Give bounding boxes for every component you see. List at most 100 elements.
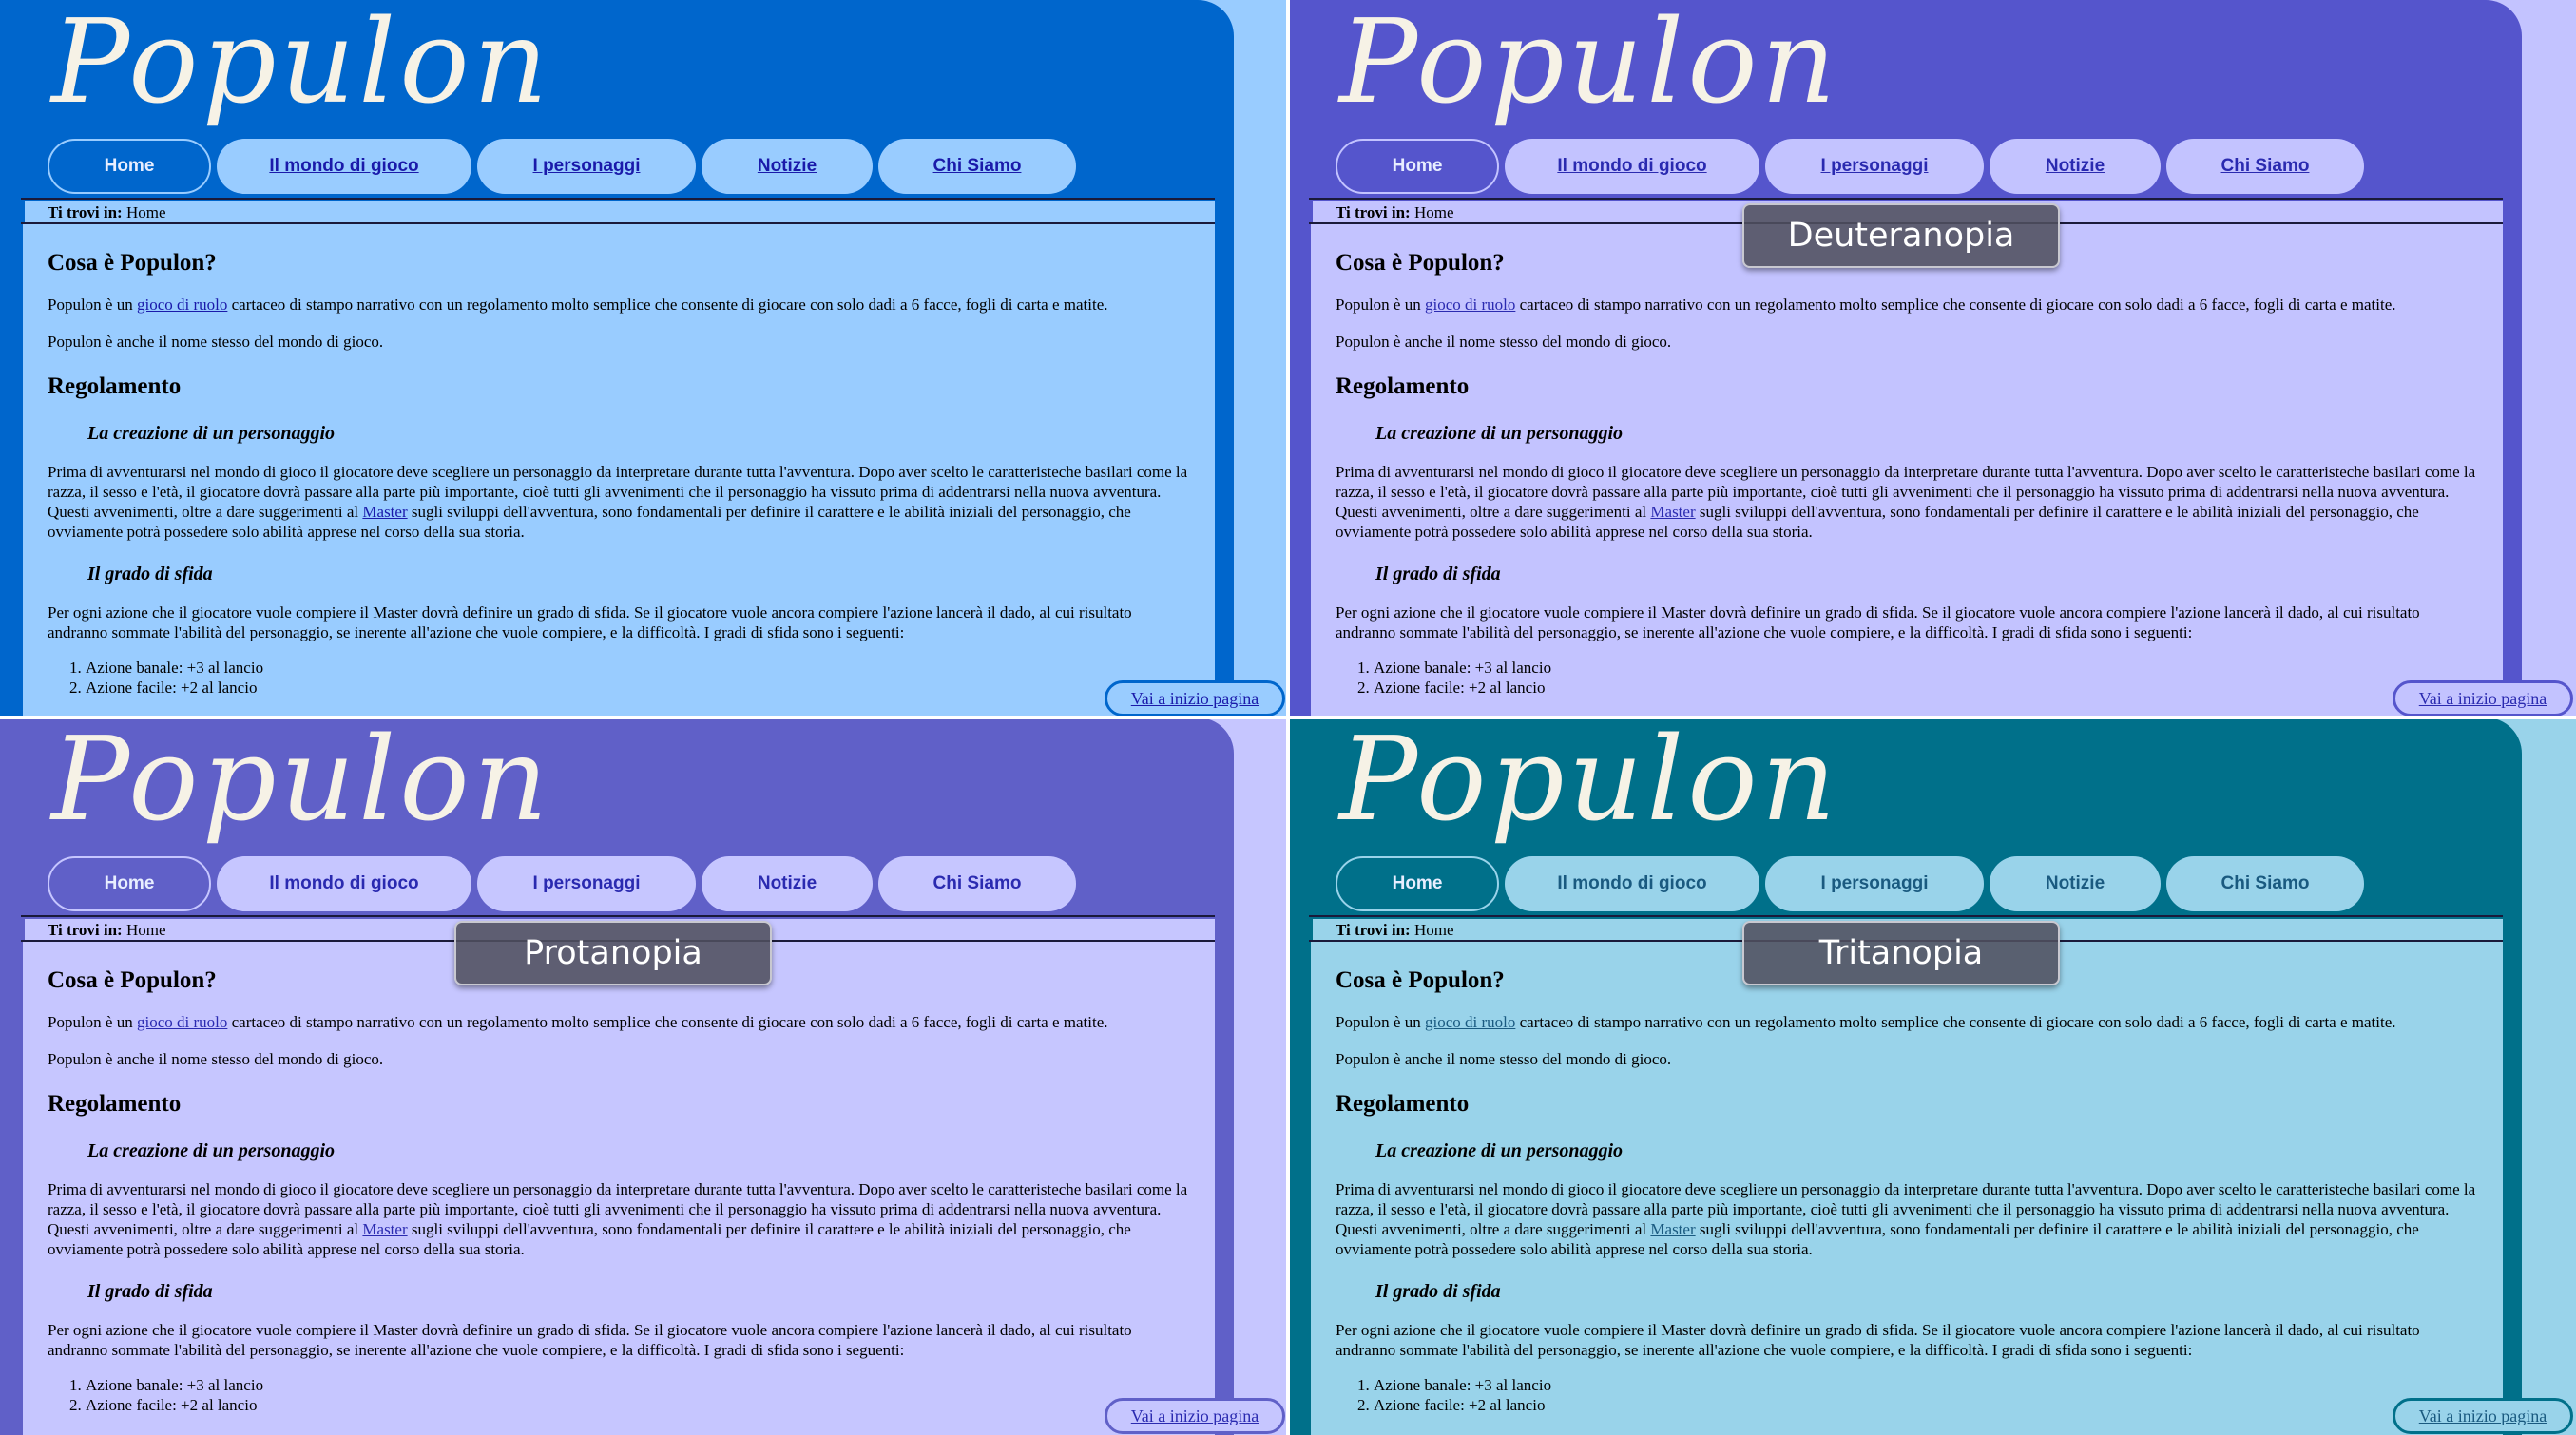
tab-label: I personaggi <box>1820 873 1929 893</box>
breadcrumb-label: Ti trovi in: <box>1336 921 1411 939</box>
link-master[interactable]: Master <box>362 1220 407 1238</box>
tab-personaggi[interactable]: I personaggi <box>1765 856 1984 911</box>
tab-label: Chi Siamo <box>2220 873 2310 893</box>
tab-label: Notizie <box>2045 873 2105 893</box>
link-gioco-di-ruolo[interactable]: gioco di ruolo <box>1425 1013 1515 1031</box>
tab-mondo-di-gioco[interactable]: Il mondo di gioco <box>217 139 471 194</box>
intro-paragraph: Populon è un gioco di ruolo cartaceo di … <box>1336 1012 2478 1032</box>
tab-home[interactable]: Home <box>48 856 211 911</box>
list-item: Azione banale: +3 al lancio <box>1374 1375 2478 1395</box>
challenge-paragraph: Per ogni azione che il giocatore vuole c… <box>48 1321 1132 1359</box>
list-item: Azione facile: +2 al lancio <box>1374 1395 2478 1415</box>
world-paragraph: Populon è anche il nome stesso del mondo… <box>1336 333 1672 351</box>
intro-paragraph: Populon è un gioco di ruolo cartaceo di … <box>48 295 1190 315</box>
heading-grado-di-sfida: Il grado di sfida <box>1375 1281 1501 1302</box>
panel-original: Populon Home Il mondo di gioco I persona… <box>0 0 1288 718</box>
populon-logo[interactable]: Populon <box>1339 4 1839 120</box>
logo-text: Populon <box>51 0 552 129</box>
tab-chi-siamo[interactable]: Chi Siamo <box>878 139 1076 194</box>
creation-paragraph: Prima di avventurarsi nel mondo di gioco… <box>48 1179 1190 1259</box>
back-to-top-link[interactable]: Vai a inizio pagina <box>2419 689 2547 709</box>
heading-grado-di-sfida: Il grado di sfida <box>87 564 213 584</box>
text: Populon è un <box>1336 1013 1425 1031</box>
panel-tritanopia: Populon Home Il mondo di gioco I persona… <box>1288 718 2576 1435</box>
link-master[interactable]: Master <box>1650 1220 1695 1238</box>
challenge-list: Azione banale: +3 al lancio Azione facil… <box>48 658 1190 698</box>
world-paragraph: Populon è anche il nome stesso del mondo… <box>48 1050 384 1068</box>
tab-notizie[interactable]: Notizie <box>1990 856 2161 911</box>
nav-divider <box>1309 198 2503 200</box>
link-gioco-di-ruolo[interactable]: gioco di ruolo <box>1425 296 1515 314</box>
tab-label: I personaggi <box>1820 156 1929 176</box>
tab-label: Il mondo di gioco <box>269 156 419 176</box>
link-master[interactable]: Master <box>1650 503 1695 521</box>
tab-home[interactable]: Home <box>1336 139 1499 194</box>
link-gioco-di-ruolo[interactable]: gioco di ruolo <box>137 296 227 314</box>
link-gioco-di-ruolo[interactable]: gioco di ruolo <box>137 1013 227 1031</box>
populon-logo[interactable]: Populon <box>1339 721 1839 837</box>
heading-regolamento: Regolamento <box>48 373 182 399</box>
panel-deuteranopia: Populon Home Il mondo di gioco I persona… <box>1288 0 2576 718</box>
main-content: Cosa è Populon? Populon è un gioco di ru… <box>1311 942 2503 1435</box>
main-content: Cosa è Populon? Populon è un gioco di ru… <box>23 224 1215 718</box>
tab-mondo-di-gioco[interactable]: Il mondo di gioco <box>1505 856 1759 911</box>
nav-divider <box>1309 915 2503 917</box>
text: cartaceo di stampo narrativo con un rego… <box>227 296 1108 314</box>
tab-chi-siamo[interactable]: Chi Siamo <box>2166 856 2364 911</box>
challenge-list: Azione banale: +3 al lancio Azione facil… <box>1336 658 2478 698</box>
back-to-top-link[interactable]: Vai a inizio pagina <box>1131 689 1259 709</box>
page-background-strip <box>2522 718 2576 1435</box>
tab-personaggi[interactable]: I personaggi <box>1765 139 1984 194</box>
creation-paragraph: Prima di avventurarsi nel mondo di gioco… <box>1336 1179 2478 1259</box>
challenge-paragraph: Per ogni azione che il giocatore vuole c… <box>1336 603 2420 641</box>
heading-cosa-e-populon: Cosa è Populon? <box>48 250 217 276</box>
tab-chi-siamo[interactable]: Chi Siamo <box>878 856 1076 911</box>
tab-label: Il mondo di gioco <box>1557 873 1707 893</box>
tab-home[interactable]: Home <box>48 139 211 194</box>
tab-label: Chi Siamo <box>932 873 1022 893</box>
link-master[interactable]: Master <box>362 503 407 521</box>
back-to-top-link[interactable]: Vai a inizio pagina <box>1131 1406 1259 1426</box>
tab-label: Home <box>1392 873 1443 893</box>
world-paragraph: Populon è anche il nome stesso del mondo… <box>1336 1050 1672 1068</box>
text: cartaceo di stampo narrativo con un rego… <box>227 1013 1108 1031</box>
heading-creazione-personaggio: La creazione di un personaggio <box>87 1140 336 1161</box>
breadcrumb-current: Home <box>1413 921 1454 939</box>
nav-divider <box>21 198 1215 200</box>
tab-notizie[interactable]: Notizie <box>1990 139 2161 194</box>
tab-mondo-di-gioco[interactable]: Il mondo di gioco <box>1505 139 1759 194</box>
populon-logo[interactable]: Populon <box>51 4 551 120</box>
challenge-paragraph: Per ogni azione che il giocatore vuole c… <box>48 603 1132 641</box>
tab-notizie[interactable]: Notizie <box>702 139 873 194</box>
challenge-list: Azione banale: +3 al lancio Azione facil… <box>1336 1375 2478 1415</box>
list-item: Azione banale: +3 al lancio <box>86 1375 1190 1395</box>
populon-logo[interactable]: Populon <box>51 721 551 837</box>
tab-label: Il mondo di gioco <box>269 873 419 893</box>
text: Populon è un <box>48 1013 137 1031</box>
creation-paragraph: Prima di avventurarsi nel mondo di gioco… <box>1336 462 2478 542</box>
main-content: Cosa è Populon? Populon è un gioco di ru… <box>23 942 1215 1435</box>
back-to-top-link[interactable]: Vai a inizio pagina <box>2419 1406 2547 1426</box>
heading-grado-di-sfida: Il grado di sfida <box>1375 564 1501 584</box>
tab-personaggi[interactable]: I personaggi <box>477 856 696 911</box>
tab-home[interactable]: Home <box>1336 856 1499 911</box>
page-background-strip <box>1234 0 1288 718</box>
back-to-top-button[interactable]: Vai a inizio pagina <box>2393 680 2573 717</box>
tab-mondo-di-gioco[interactable]: Il mondo di gioco <box>217 856 471 911</box>
tab-chi-siamo[interactable]: Chi Siamo <box>2166 139 2364 194</box>
tab-label: Home <box>104 873 155 893</box>
list-item: Azione banale: +3 al lancio <box>1374 658 2478 678</box>
simulation-label-badge: Deuteranopia <box>1742 203 2060 268</box>
back-to-top-button[interactable]: Vai a inizio pagina <box>2393 1398 2573 1434</box>
logo-text: Populon <box>51 718 552 847</box>
simulation-label-badge: Tritanopia <box>1742 921 2060 985</box>
back-to-top-button[interactable]: Vai a inizio pagina <box>1105 680 1285 717</box>
tab-label: Home <box>1392 156 1443 176</box>
tab-label: Notizie <box>2045 156 2105 176</box>
tab-label: Il mondo di gioco <box>1557 156 1707 176</box>
tab-notizie[interactable]: Notizie <box>702 856 873 911</box>
back-to-top-button[interactable]: Vai a inizio pagina <box>1105 1398 1285 1434</box>
breadcrumb-current: Home <box>125 921 166 939</box>
text: Populon è un <box>48 296 137 314</box>
tab-personaggi[interactable]: I personaggi <box>477 139 696 194</box>
